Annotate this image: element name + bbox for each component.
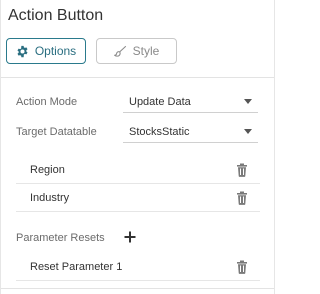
- action-mode-select[interactable]: Update Data: [123, 91, 258, 113]
- action-mode-label: Action Mode: [16, 96, 78, 108]
- list-item-label: Reset Parameter 1: [30, 260, 123, 273]
- chevron-down-icon: [244, 129, 252, 134]
- target-datatable-value: StocksStatic: [129, 125, 190, 138]
- panel-title: Action Button: [8, 7, 104, 24]
- brush-icon: [113, 45, 127, 58]
- action-button-panel: Action Button Options Style Action Mode …: [0, 0, 275, 294]
- list-item-label: Region: [30, 163, 65, 176]
- panel-left-border: [0, 0, 1, 294]
- tab-style-label: Style: [132, 44, 160, 58]
- panel-right-border: [274, 0, 275, 294]
- tab-options[interactable]: Options: [6, 38, 86, 64]
- bottom-divider: [1, 288, 274, 289]
- list-item-region: Region: [16, 156, 260, 184]
- trash-icon[interactable]: [236, 163, 248, 177]
- list-item-label: Industry: [30, 191, 70, 204]
- target-datatable-select[interactable]: StocksStatic: [123, 121, 258, 143]
- tab-options-label: Options: [34, 44, 77, 58]
- gear-icon: [16, 45, 29, 58]
- target-datatable-label: Target Datatable: [16, 126, 97, 138]
- action-mode-value: Update Data: [129, 95, 191, 108]
- tab-style[interactable]: Style: [96, 38, 177, 64]
- chevron-down-icon: [244, 99, 252, 104]
- trash-icon[interactable]: [236, 260, 248, 274]
- add-icon[interactable]: [124, 230, 136, 243]
- list-item-industry: Industry: [16, 184, 260, 212]
- trash-icon[interactable]: [236, 191, 248, 205]
- tabs-divider: [1, 77, 274, 78]
- list-item-reset-parameter: Reset Parameter 1: [16, 253, 260, 281]
- parameter-resets-label: Parameter Resets: [16, 232, 105, 244]
